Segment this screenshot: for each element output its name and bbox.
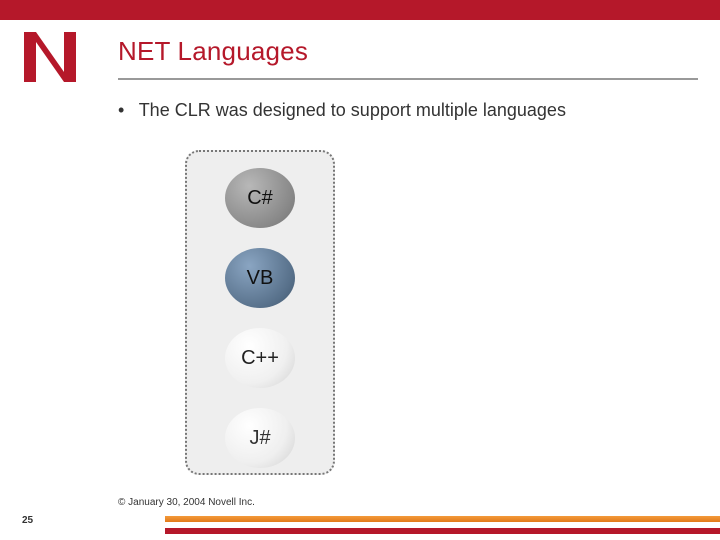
page-number: 25 [22, 515, 33, 526]
brand-top-bar [0, 0, 720, 20]
language-label: VB [247, 267, 274, 290]
language-label: J# [249, 427, 270, 450]
slide-title: NET Languages [118, 36, 308, 67]
novell-logo [24, 32, 76, 82]
bullet-item: • The CLR was designed to support multip… [118, 100, 698, 121]
bullet-dot-icon: • [118, 100, 134, 121]
language-vb-badge: VB [225, 248, 295, 308]
footer-accent-bars [165, 516, 720, 534]
language-label: C++ [241, 347, 279, 370]
accent-bar-red [165, 528, 720, 534]
language-csharp-badge: C# [225, 168, 295, 228]
title-divider [118, 78, 698, 80]
language-jsharp-badge: J# [225, 408, 295, 468]
language-group-box: C# VB C++ J# [185, 150, 335, 475]
copyright-text: © January 30, 2004 Novell Inc. [118, 497, 255, 508]
language-label: C# [247, 187, 273, 210]
language-cpp-badge: C++ [225, 328, 295, 388]
bullet-text: The CLR was designed to support multiple… [139, 100, 566, 120]
